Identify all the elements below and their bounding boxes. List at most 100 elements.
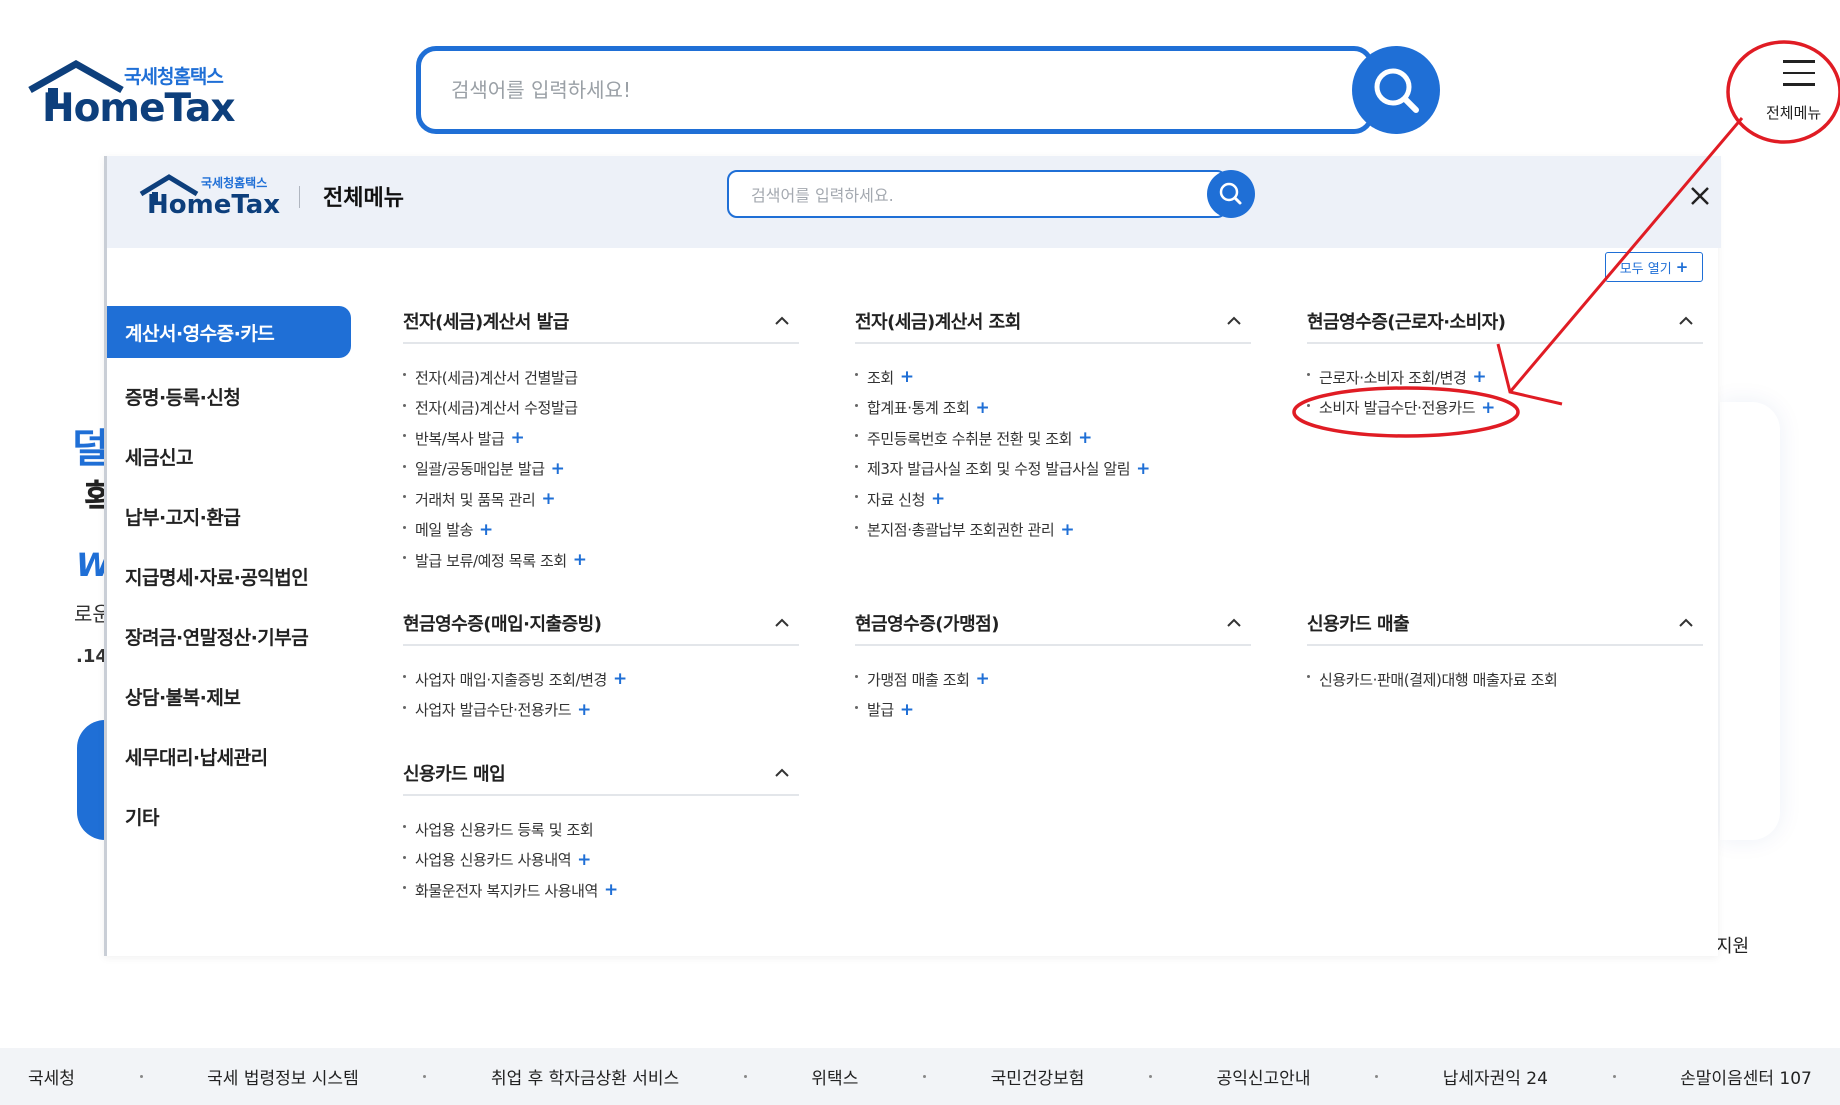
plus-icon[interactable]: +: [931, 489, 945, 509]
search-icon: [1219, 182, 1242, 205]
plus-icon[interactable]: +: [613, 669, 627, 689]
footer-link[interactable]: 공익신고안내: [1217, 1064, 1311, 1089]
main-search-button[interactable]: [1352, 46, 1440, 134]
menu-link[interactable]: 조회 +: [855, 362, 1251, 393]
footer-link[interactable]: 취업 후 학자금상환 서비스: [491, 1064, 679, 1089]
nav-item-certificate[interactable]: 증명·등록·신청: [107, 366, 351, 426]
menu-link[interactable]: 근로자·소비자 조회/변경 +: [1307, 362, 1703, 393]
menu-link[interactable]: 발급 +: [855, 695, 1251, 726]
menu-section-credit-card-sales: 신용카드 매출 신용카드·판매(결제)대행 매출자료 조회: [1307, 602, 1703, 695]
footer-link[interactable]: 위택스: [811, 1064, 858, 1089]
section-header[interactable]: 신용카드 매입: [403, 752, 799, 796]
section-header[interactable]: 신용카드 매출: [1307, 602, 1703, 646]
panel-search-input[interactable]: [751, 182, 1151, 208]
section-header[interactable]: 현금영수증(근로자·소비자): [1307, 300, 1703, 344]
section-title: 신용카드 매출: [1307, 614, 1410, 635]
menu-link[interactable]: 거래처 및 품목 관리 +: [403, 484, 799, 515]
menu-link[interactable]: 가맹점 매출 조회 +: [855, 664, 1251, 695]
separator-dot: [743, 1075, 747, 1078]
plus-icon[interactable]: +: [577, 700, 591, 720]
plus-icon[interactable]: +: [1472, 367, 1486, 387]
menu-link[interactable]: 메일 발송 +: [403, 515, 799, 546]
panel-search-button[interactable]: [1207, 170, 1255, 218]
panel-search-box: [727, 170, 1227, 218]
footer-links: 국세청 국세 법령정보 시스템 취업 후 학자금상환 서비스 위택스 국민건강보…: [0, 1048, 1840, 1105]
footer-link[interactable]: 납세자권익 24: [1443, 1064, 1548, 1089]
plus-icon[interactable]: +: [1078, 428, 1092, 448]
plus-icon[interactable]: +: [577, 850, 591, 870]
plus-icon[interactable]: +: [510, 428, 524, 448]
separator-dot: [1612, 1075, 1616, 1078]
section-header[interactable]: 전자(세금)계산서 조회: [855, 300, 1251, 344]
plus-icon[interactable]: +: [604, 880, 618, 900]
plus-icon[interactable]: +: [1136, 459, 1150, 479]
nav-item-statement[interactable]: 지급명세·자료·공익법인: [107, 546, 351, 606]
divider: [299, 186, 300, 208]
all-menu-label: 전체메뉴: [1766, 104, 1822, 122]
menu-link[interactable]: 화물운전자 복지카드 사용내역 +: [403, 875, 799, 906]
menu-link[interactable]: 자료 신청 +: [855, 484, 1251, 515]
search-icon: [1374, 68, 1419, 113]
menu-link[interactable]: 반복/복사 발급 +: [403, 423, 799, 454]
nav-item-tax-filing[interactable]: 세금신고: [107, 426, 351, 486]
plus-icon[interactable]: +: [976, 398, 990, 418]
plus-icon[interactable]: +: [900, 367, 914, 387]
open-all-button[interactable]: 모두 열기 +: [1605, 252, 1703, 282]
nav-item-incentive[interactable]: 장려금·연말정산·기부금: [107, 606, 351, 666]
nav-item-consult[interactable]: 상담·불복·제보: [107, 666, 351, 726]
chevron-up-icon: [1227, 618, 1241, 627]
plus-icon[interactable]: +: [976, 669, 990, 689]
menu-link[interactable]: 일괄/공동매입분 발급 +: [403, 454, 799, 485]
logo-tagline: 국세청홈택스: [124, 66, 224, 88]
chevron-up-icon: [1227, 316, 1241, 325]
section-title: 전자(세금)계산서 발급: [403, 312, 569, 333]
menu-section-cash-receipt-merchant: 현금영수증(가맹점) 가맹점 매출 조회 + 발급 +: [855, 602, 1251, 725]
menu-link[interactable]: 전자(세금)계산서 수정발급: [403, 393, 799, 424]
chevron-up-icon: [1679, 618, 1693, 627]
section-header[interactable]: 현금영수증(가맹점): [855, 602, 1251, 646]
all-menu-header: 국세청홈택스 HomeTax 전체메뉴: [107, 156, 1721, 248]
menu-link[interactable]: 발급 보류/예정 목록 조회 +: [403, 545, 799, 576]
menu-link[interactable]: 주민등록번호 수취분 전환 및 조회 +: [855, 423, 1251, 454]
footer-link[interactable]: 손말이음센터 107: [1680, 1064, 1812, 1089]
close-button[interactable]: [1682, 178, 1718, 214]
nav-item-agent[interactable]: 세무대리·납세관리: [107, 726, 351, 786]
main-search-input[interactable]: [451, 67, 1271, 113]
separator-dot: [139, 1075, 143, 1078]
chevron-up-icon: [775, 316, 789, 325]
menu-link[interactable]: 신용카드·판매(결제)대행 매출자료 조회: [1307, 664, 1703, 695]
menu-link[interactable]: 합계표·통계 조회 +: [855, 393, 1251, 424]
all-menu-button[interactable]: 전체메뉴: [1758, 60, 1838, 126]
plus-icon[interactable]: +: [541, 489, 555, 509]
menu-link[interactable]: 사업자 발급수단·전용카드 +: [403, 695, 799, 726]
nav-item-etc[interactable]: 기타: [107, 786, 351, 846]
plus-icon[interactable]: +: [1481, 398, 1495, 418]
menu-link[interactable]: 사업용 신용카드 사용내역 +: [403, 845, 799, 876]
menu-link[interactable]: 제3자 발급사실 조회 및 수정 발급사실 알림 +: [855, 454, 1251, 485]
footer-link[interactable]: 국세 법령정보 시스템: [207, 1064, 359, 1089]
category-nav: 계산서·영수증·카드 증명·등록·신청 세금신고 납부·고지·환급 지급명세·자…: [107, 306, 351, 846]
section-title: 현금영수증(근로자·소비자): [1307, 312, 1506, 333]
menu-link[interactable]: 전자(세금)계산서 건별발급: [403, 362, 799, 393]
hometax-logo[interactable]: 국세청홈택스 HomeTax: [28, 60, 236, 131]
section-header[interactable]: 현금영수증(매입·지출증빙): [403, 602, 799, 646]
footer-link[interactable]: 국민건강보험: [991, 1064, 1085, 1089]
section-header[interactable]: 전자(세금)계산서 발급: [403, 300, 799, 344]
bg-text-fragment: 지원: [1716, 936, 1750, 957]
plus-icon[interactable]: +: [479, 520, 493, 540]
plus-icon[interactable]: +: [573, 550, 587, 570]
menu-link[interactable]: 본지점·총괄납부 조회권한 관리 +: [855, 515, 1251, 546]
bg-card-fragment: [1720, 402, 1780, 840]
plus-icon[interactable]: +: [1060, 520, 1074, 540]
menu-link[interactable]: 사업용 신용카드 등록 및 조회: [403, 814, 799, 845]
footer-link[interactable]: 국세청: [28, 1064, 75, 1089]
menu-link[interactable]: 사업자 매입·지출증빙 조회/변경 +: [403, 664, 799, 695]
nav-item-invoice-receipt-card[interactable]: 계산서·영수증·카드: [107, 306, 351, 358]
nav-item-payment[interactable]: 납부·고지·환급: [107, 486, 351, 546]
section-title: 신용카드 매입: [403, 764, 506, 785]
plus-icon[interactable]: +: [900, 700, 914, 720]
menu-link-highlighted[interactable]: 소비자 발급수단·전용카드 +: [1307, 393, 1703, 424]
panel-logo[interactable]: 국세청홈택스 HomeTax: [139, 174, 280, 226]
hamburger-icon: [1783, 60, 1815, 88]
plus-icon[interactable]: +: [551, 459, 565, 479]
